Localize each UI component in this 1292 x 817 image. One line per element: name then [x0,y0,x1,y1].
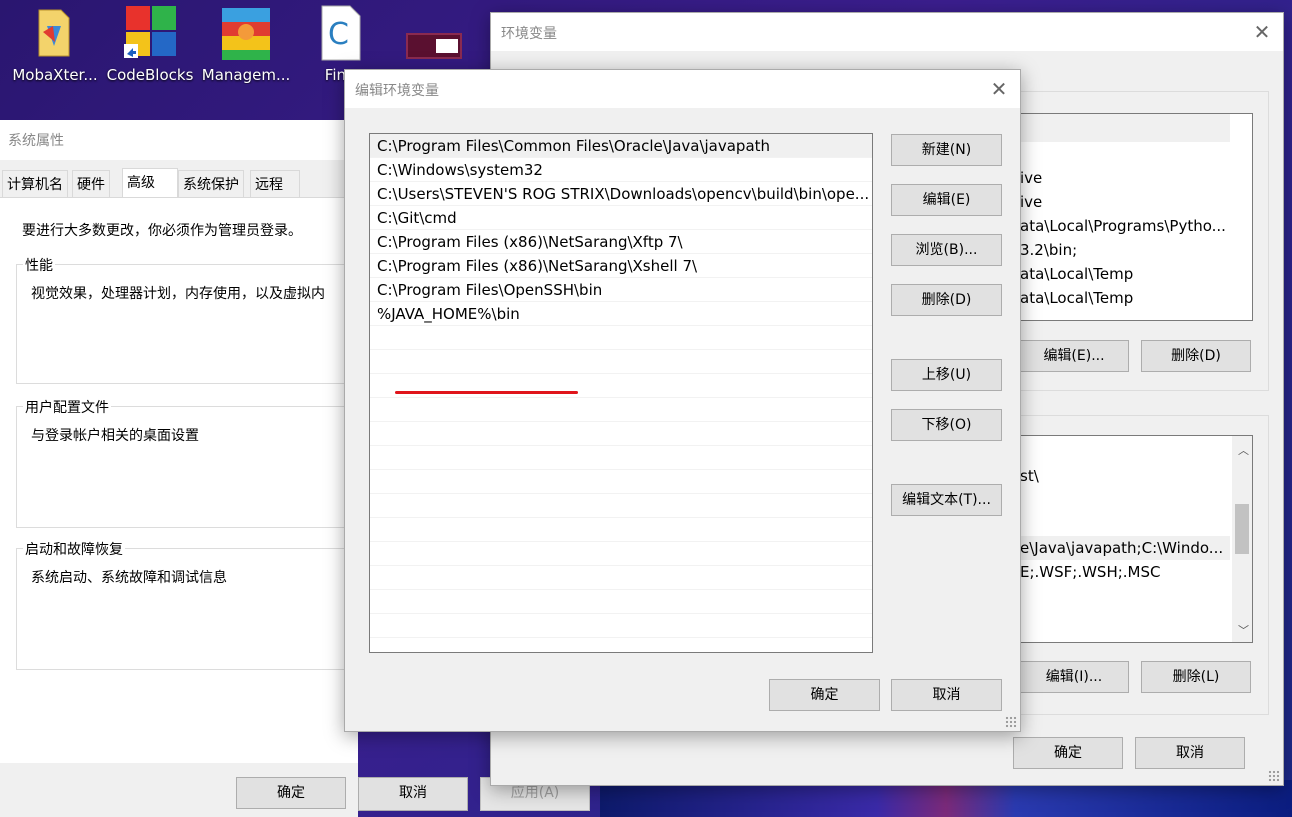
desktop-icon-management[interactable]: Managem... [196,0,296,84]
empty-row[interactable] [370,590,872,614]
cancel-button[interactable]: 取消 [891,679,1002,711]
group-label: 性能 [23,255,55,275]
system-edit-button[interactable]: 编辑(I)... [1019,661,1129,693]
resize-grip-icon[interactable] [1005,716,1017,728]
ok-button[interactable]: 确定 [1013,737,1123,769]
edit-button[interactable]: 编辑(E) [891,184,1002,216]
tab-advanced[interactable]: 高级 [122,168,178,198]
empty-row[interactable] [370,518,872,542]
path-item[interactable]: C:\Program Files (x86)\NetSarang\Xftp 7\ [370,230,872,254]
desktop-icon-codeblocks[interactable]: CodeBlocks [100,0,200,84]
empty-row[interactable] [370,422,872,446]
edit-environment-variable-dialog: 编辑环境变量 ✕ C:\Program Files\Common Files\O… [344,69,1021,732]
tab-computer-name[interactable]: 计算机名 [2,170,68,198]
empty-row[interactable] [370,494,872,518]
path-list[interactable]: C:\Program Files\Common Files\Oracle\Jav… [369,133,873,653]
path-item[interactable]: C:\Program Files (x86)\NetSarang\Xshell … [370,254,872,278]
title-bar: 编辑环境变量 ✕ [345,70,1020,108]
codeblocks-icon [122,4,178,62]
chevron-down-icon[interactable]: ﹀ [1238,622,1249,638]
startup-recovery-group: 启动和故障恢复 系统启动、系统故障和调试信息 [16,539,356,670]
system-properties-window: 系统属性 计算机名 硬件 高级 系统保护 远程 要进行大多数更改，你必须作为管理… [0,120,358,817]
move-up-button[interactable]: 上移(U) [891,359,1002,391]
window-title: 编辑环境变量 [355,83,439,99]
system-delete-button[interactable]: 删除(L) [1141,661,1251,693]
tab-hardware[interactable]: 硬件 [72,170,110,198]
c-file-icon: C [312,4,368,62]
scrollbar-thumb[interactable] [1235,504,1249,554]
path-item[interactable]: %JAVA_HOME%\bin [370,302,872,326]
user-delete-button[interactable]: 删除(D) [1141,340,1251,372]
performance-group: 性能 视觉效果，处理器计划，内存使用，以及虚拟内 [16,255,356,384]
group-label: 用户配置文件 [23,397,111,417]
desktop-icon-label: Managem... [201,66,291,84]
new-button[interactable]: 新建(N) [891,134,1002,166]
user-edit-button[interactable]: 编辑(E)... [1019,340,1129,372]
empty-row[interactable] [370,566,872,590]
group-description: 系统启动、系统故障和调试信息 [31,570,227,586]
chevron-up-icon[interactable]: ︿ [1238,442,1249,458]
resize-grip-icon[interactable] [1268,770,1280,782]
close-icon[interactable]: ✕ [986,76,1012,102]
cancel-button[interactable]: 取消 [1135,737,1245,769]
empty-row[interactable] [370,374,872,398]
desktop-icon-label: CodeBlocks [106,66,194,84]
svg-text:C: C [328,17,349,52]
path-item[interactable]: C:\Users\STEVEN'S ROG STRIX\Downloads\op… [370,182,872,206]
group-description: 与登录帐户相关的桌面设置 [31,428,199,444]
empty-row[interactable] [370,542,872,566]
group-description: 视觉效果，处理器计划，内存使用，以及虚拟内 [31,286,325,302]
empty-row[interactable] [370,350,872,374]
window-title: 系统属性 [8,133,64,149]
path-item[interactable]: C:\Program Files\Common Files\Oracle\Jav… [370,134,872,158]
empty-row[interactable] [370,326,872,350]
user-profiles-group: 用户配置文件 与登录帐户相关的桌面设置 [16,397,356,528]
tab-panel-advanced: 要进行大多数更改，你必须作为管理员登录。 性能 视觉效果，处理器计划，内存使用，… [0,197,358,763]
desktop-icon-label: MobaXter... [12,66,98,84]
ok-button[interactable]: 确定 [236,777,346,809]
close-icon[interactable]: ✕ [1249,19,1275,45]
empty-row[interactable] [370,470,872,494]
browse-button[interactable]: 浏览(B)... [891,234,1002,266]
title-bar: 环境变量 ✕ [491,13,1283,51]
path-item[interactable]: C:\Program Files\OpenSSH\bin [370,278,872,302]
window-title: 环境变量 [501,26,557,42]
tab-remote[interactable]: 远程 [250,170,300,198]
edit-text-button[interactable]: 编辑文本(T)... [891,484,1002,516]
scrollbar[interactable]: ︿ ﹀ [1232,436,1252,642]
tab-system-protection[interactable]: 系统保护 [178,170,244,198]
red-highlight-underline [395,391,578,394]
taskbar-thumbnail-icon [406,33,462,59]
cancel-button[interactable]: 取消 [358,777,468,811]
title-bar: 系统属性 [0,120,358,160]
move-down-button[interactable]: 下移(O) [891,409,1002,441]
mobaxterm-icon [27,4,83,62]
desktop-icon-mobaxterm[interactable]: MobaXter... [5,0,105,84]
path-item[interactable]: C:\Windows\system32 [370,158,872,182]
ok-button[interactable]: 确定 [769,679,880,711]
winrar-icon [218,4,274,62]
admin-notice: 要进行大多数更改，你必须作为管理员登录。 [22,223,302,239]
empty-row[interactable] [370,446,872,470]
empty-row[interactable] [370,398,872,422]
group-label: 启动和故障恢复 [23,539,125,559]
delete-button[interactable]: 删除(D) [891,284,1002,316]
path-item[interactable]: C:\Git\cmd [370,206,872,230]
empty-row[interactable] [370,614,872,638]
